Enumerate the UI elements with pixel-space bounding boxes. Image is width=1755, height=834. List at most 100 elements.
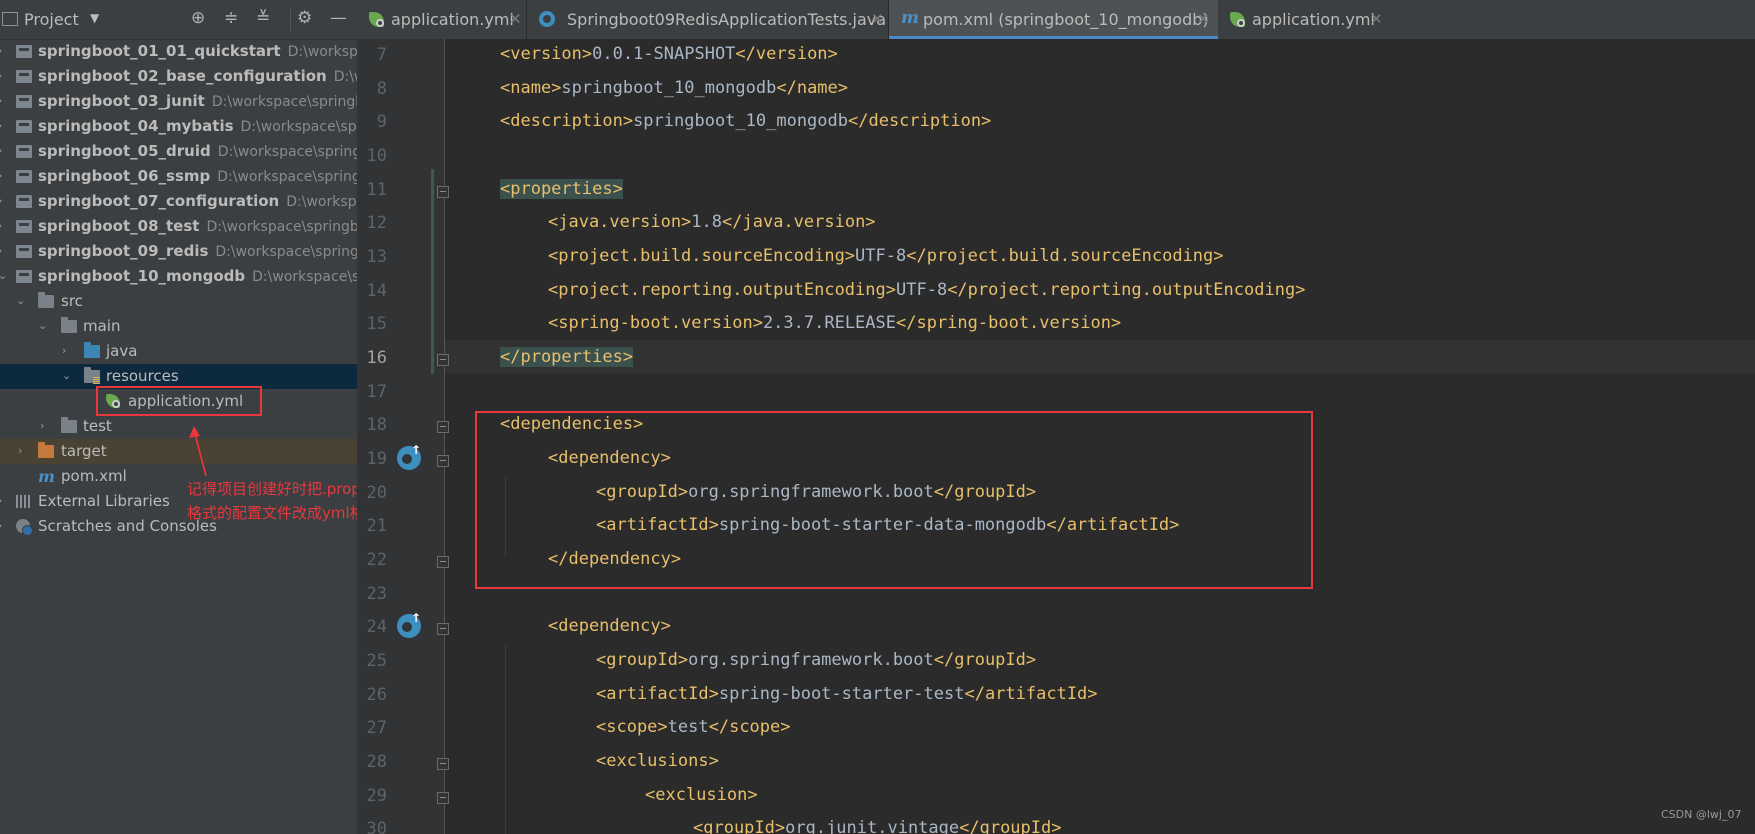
code-line: <project.build.sourceEncoding>UTF-8</pro… [548, 246, 1224, 266]
fold-marker[interactable] [437, 758, 449, 770]
tab-application-yml-2[interactable]: application.yml ✕ [1218, 0, 1388, 39]
line-number: 18 [366, 415, 387, 435]
line-number: 22 [366, 550, 387, 570]
module-icon [16, 245, 32, 258]
line-number: 26 [366, 685, 387, 705]
line-number: 15 [366, 314, 387, 334]
tab-application-yml[interactable]: application.yml ✕ [357, 0, 527, 39]
spring-yml-icon [1230, 12, 1245, 27]
line-number: 29 [366, 786, 387, 806]
chevron-right-icon[interactable]: › [62, 344, 72, 357]
test-class-icon [539, 11, 555, 27]
chevron-right-icon[interactable]: › [40, 419, 50, 432]
minimize-icon[interactable]: — [330, 8, 347, 28]
line-number: 13 [366, 247, 387, 267]
line-number: 27 [366, 718, 387, 738]
expand-all-icon[interactable]: ≑ [224, 8, 238, 28]
code-line: <exclusion> [645, 785, 758, 805]
chevron-down-icon[interactable]: ⌄ [16, 294, 26, 307]
tree-item-test[interactable]: › test [0, 414, 357, 439]
line-number: 28 [366, 752, 387, 772]
tag-match-guide [431, 169, 434, 374]
code-line: <exclusions> [596, 751, 719, 771]
close-icon[interactable]: ✕ [871, 10, 884, 28]
tree-item-java[interactable]: › java [0, 339, 357, 364]
line-number: 8 [376, 79, 387, 99]
line-number: 25 [366, 651, 387, 671]
module-icon [16, 145, 32, 158]
scratches-icon [16, 519, 33, 536]
chevron-down-icon[interactable]: ▼ [90, 11, 99, 25]
module-icon [16, 120, 32, 133]
tree-item-module-expanded[interactable]: ⌄ springboot_10_mongodb D:\workspace\sp [0, 264, 357, 289]
code-line: <properties> [500, 179, 623, 199]
tree-item-module[interactable]: › springboot_04_mybatisD:\workspace\spri… [0, 114, 357, 139]
line-number: 24 [366, 617, 387, 637]
tree-item-module[interactable]: › springboot_06_ssmpD:\workspace\springb [0, 164, 357, 189]
dependency-update-icon[interactable]: ↑ [397, 443, 421, 470]
code-line: <groupId>org.junit.vintage</groupId> [693, 818, 1062, 834]
fold-marker[interactable] [437, 186, 449, 198]
module-icon [16, 195, 32, 208]
close-icon[interactable]: ✕ [509, 10, 522, 28]
line-number: 10 [366, 146, 387, 166]
tree-item-src[interactable]: ⌄ src [0, 289, 357, 314]
gear-icon[interactable]: ⚙ [297, 8, 312, 28]
code-line: <name>springboot_10_mongodb</name> [500, 78, 849, 98]
code-line: <java.version>1.8</java.version> [548, 212, 876, 232]
fold-marker[interactable] [437, 623, 449, 635]
fold-marker[interactable] [437, 421, 449, 433]
excluded-folder-icon [38, 442, 54, 458]
tree-item-module[interactable]: › springboot_03_junitD:\workspace\spring… [0, 89, 357, 114]
tree-item-module[interactable]: › springboot_05_druidD:\workspace\spring… [0, 139, 357, 164]
fold-marker[interactable] [437, 556, 449, 568]
dependency-update-icon[interactable]: ↑ [397, 611, 421, 638]
chevron-down-icon[interactable]: ⌄ [38, 319, 48, 332]
module-icon [16, 220, 32, 233]
tree-item-target[interactable]: › target [0, 439, 357, 464]
tree-item-module[interactable]: › springboot_01_01_quickstartD:\workspac… [0, 39, 357, 64]
tree-item-main[interactable]: ⌄ main [0, 314, 357, 339]
annotation-highlight-box [475, 411, 1313, 589]
tree-item-module[interactable]: › springboot_08_testD:\workspace\springb… [0, 214, 357, 239]
tab-redis-tests[interactable]: Springboot09RedisApplicationTests.java ✕ [527, 0, 889, 39]
project-view-icon [2, 12, 18, 26]
chevron-right-icon[interactable]: › [18, 444, 28, 457]
toolbar-divider [290, 9, 291, 31]
code-line: <groupId>org.springframework.boot</group… [596, 650, 1037, 670]
maven-icon: m [901, 8, 919, 28]
module-icon [16, 70, 32, 83]
tab-pom-xml[interactable]: m pom.xml (springboot_10_mongodb) ✕ [889, 0, 1218, 39]
line-number: 30 [366, 819, 387, 834]
line-number: 11 [366, 180, 387, 200]
tree-item-module[interactable]: › springboot_02_base_configurationD:\wor… [0, 64, 357, 89]
chevron-down-icon[interactable]: ⌄ [62, 369, 72, 382]
folder-icon [61, 417, 77, 433]
fold-marker[interactable] [437, 354, 449, 366]
line-number: 14 [366, 281, 387, 301]
target-icon[interactable]: ⊕ [191, 8, 205, 28]
project-panel: Project ▼ ⊕ ≑ ≚ ⚙ — › springboot_01_01_q… [0, 0, 357, 834]
code-line: <scope>test</scope> [596, 717, 791, 737]
line-number: 21 [366, 516, 387, 536]
library-icon [16, 495, 30, 508]
tree-item-module[interactable]: › springboot_07_configurationD:\workspac… [0, 189, 357, 214]
code-line: <project.reporting.outputEncoding>UTF-8<… [548, 280, 1306, 300]
ide-window: Project ▼ ⊕ ≑ ≚ ⚙ — › springboot_01_01_q… [0, 0, 1755, 834]
close-icon[interactable]: ✕ [1370, 10, 1383, 28]
watermark: CSDN @lwj_07 [1661, 808, 1742, 821]
close-icon[interactable]: ✕ [1197, 10, 1210, 28]
project-panel-header: Project ▼ ⊕ ≑ ≚ ⚙ — [0, 0, 357, 40]
code-line: <dependency> [548, 616, 671, 636]
line-number: 23 [366, 584, 387, 604]
fold-marker[interactable] [437, 792, 449, 804]
tree-item-module[interactable]: › springboot_09_redisD:\workspace\spring… [0, 239, 357, 264]
code-line-current: </properties> [500, 347, 634, 367]
fold-marker[interactable] [437, 455, 449, 467]
line-number: 20 [366, 483, 387, 503]
line-number-current: 16 [366, 348, 387, 368]
collapse-all-icon[interactable]: ≚ [256, 8, 270, 28]
code-editor[interactable]: 7 8 9 10 11 12 13 14 15 16 17 18 19 20 2… [357, 39, 1755, 834]
module-icon [16, 170, 32, 183]
project-panel-title[interactable]: Project [24, 10, 79, 29]
